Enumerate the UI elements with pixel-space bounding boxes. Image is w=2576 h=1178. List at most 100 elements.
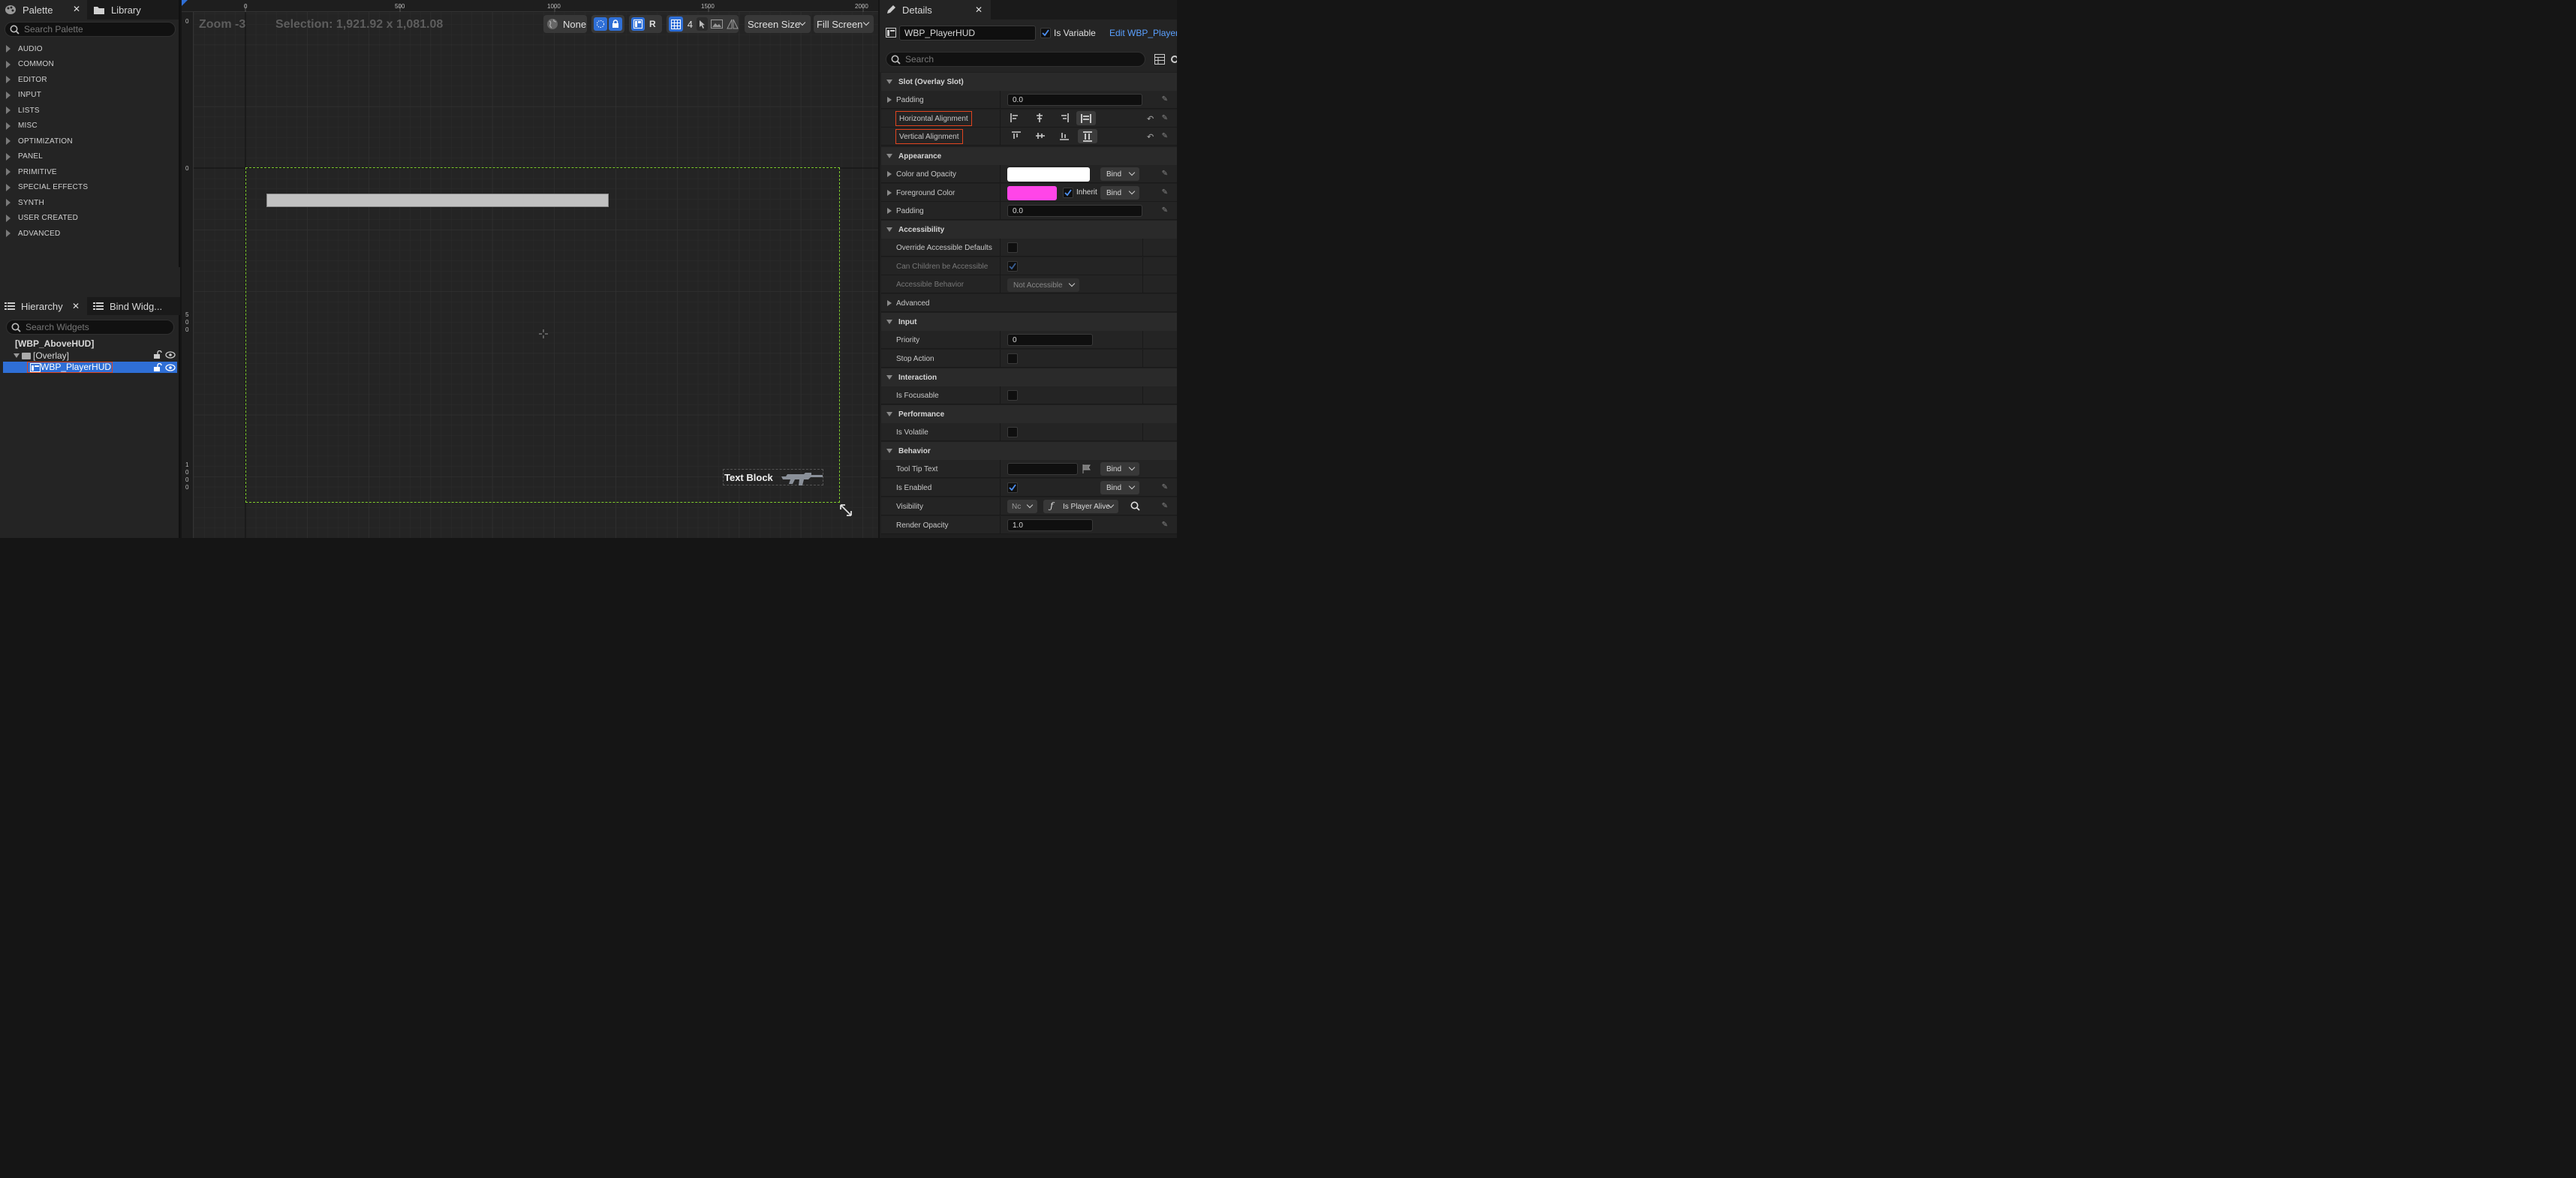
cursor-icon[interactable] xyxy=(697,17,708,31)
widget-canvas-bounds[interactable]: Text Block xyxy=(245,167,840,503)
close-icon[interactable]: ✕ xyxy=(73,4,80,14)
pin-icon[interactable]: ✎ xyxy=(1162,132,1168,140)
priority-input[interactable]: 0 xyxy=(1007,334,1093,346)
gear-icon[interactable] xyxy=(1169,54,1177,65)
weapon-info-box[interactable]: Text Block xyxy=(723,469,823,485)
expand-icon[interactable] xyxy=(887,190,892,196)
bind-dropdown[interactable]: Bind xyxy=(1100,481,1139,494)
align-vfill-icon[interactable] xyxy=(1078,129,1097,143)
widget-name-input[interactable]: WBP_PlayerHUD xyxy=(899,26,1036,41)
is-variable-checkbox[interactable] xyxy=(1040,28,1051,38)
is-enabled-checkbox[interactable] xyxy=(1007,482,1018,493)
tooltip-input[interactable] xyxy=(1007,463,1078,475)
pin-icon[interactable]: ✎ xyxy=(1162,170,1168,178)
align-left-icon[interactable] xyxy=(1010,113,1019,122)
override-accessible-checkbox[interactable] xyxy=(1007,242,1018,253)
color-swatch[interactable] xyxy=(1007,186,1057,200)
palette-category-editor[interactable]: EDITOR xyxy=(3,72,177,87)
flag-icon[interactable] xyxy=(1082,464,1091,473)
tab-library[interactable]: Library xyxy=(89,0,179,20)
palette-category-common[interactable]: COMMON xyxy=(3,57,177,72)
tree-item-playerhud[interactable]: WBP_PlayerHUD xyxy=(3,362,177,373)
eye-icon[interactable] xyxy=(165,363,176,372)
reset-icon[interactable]: ↶ xyxy=(1147,114,1154,124)
ruler-top[interactable]: 0 500 1000 1500 2000 xyxy=(182,0,878,12)
respect-locks-toggle[interactable] xyxy=(591,15,624,33)
palette-category-input[interactable]: INPUT xyxy=(3,88,177,103)
section-performance[interactable]: Performance xyxy=(881,405,1177,423)
bind-dropdown[interactable]: Bind xyxy=(1100,462,1139,476)
palette-category-user-created[interactable]: USER CREATED xyxy=(3,211,177,226)
expand-icon[interactable] xyxy=(887,97,892,103)
pin-icon[interactable]: ✎ xyxy=(1162,483,1168,491)
mirror-icon[interactable] xyxy=(727,19,739,29)
eye-icon[interactable] xyxy=(165,350,176,359)
inherit-checkbox[interactable] xyxy=(1063,188,1073,198)
visibility-dropdown[interactable]: Nc xyxy=(1007,500,1037,513)
edit-widget-link[interactable]: Edit WBP_PlayerHUD xyxy=(1109,28,1177,38)
resize-handle-icon[interactable] xyxy=(839,503,853,517)
health-bar[interactable] xyxy=(266,194,609,207)
close-icon[interactable]: ✕ xyxy=(72,301,80,311)
bind-dropdown[interactable]: Bind xyxy=(1100,186,1139,200)
stop-action-checkbox[interactable] xyxy=(1007,353,1018,364)
is-focusable-checkbox[interactable] xyxy=(1007,390,1018,401)
palette-category-advanced[interactable]: ADVANCED xyxy=(3,226,177,241)
tab-hierarchy[interactable]: Hierarchy ✕ xyxy=(0,297,87,315)
screen-size-dropdown[interactable]: Screen Size xyxy=(745,15,811,33)
tree-item-overlay[interactable]: [Overlay] xyxy=(3,350,177,362)
section-behavior[interactable]: Behavior xyxy=(881,442,1177,460)
align-fill-icon[interactable] xyxy=(1076,111,1096,125)
palette-category-panel[interactable]: PANEL xyxy=(3,149,177,164)
culture-preview-button[interactable]: None xyxy=(543,15,587,33)
pin-icon[interactable]: ✎ xyxy=(1162,114,1168,122)
hierarchy-search-input[interactable]: Search Widgets xyxy=(6,320,174,335)
pin-icon[interactable]: ✎ xyxy=(1162,521,1168,529)
palette-category-lists[interactable]: LISTS xyxy=(3,103,177,118)
padding-input[interactable]: 0.0 xyxy=(1007,205,1142,217)
section-slot[interactable]: Slot (Overlay Slot) xyxy=(881,73,1177,91)
pin-icon[interactable]: ✎ xyxy=(1162,188,1168,197)
tab-bind-widgets[interactable]: Bind Widg... xyxy=(89,297,179,315)
unlock-icon[interactable] xyxy=(153,350,162,359)
layout-toggle[interactable]: R xyxy=(629,15,662,33)
tree-item-root[interactable]: [WBP_AboveHUD] xyxy=(3,338,177,350)
align-top-icon[interactable] xyxy=(1012,131,1021,140)
pin-icon[interactable]: ✎ xyxy=(1162,502,1168,510)
table-icon[interactable] xyxy=(1154,54,1165,65)
bind-dropdown[interactable]: Bind xyxy=(1100,167,1139,181)
align-right-icon[interactable] xyxy=(1060,113,1069,122)
tree-expand-icon[interactable] xyxy=(14,353,20,358)
expand-icon[interactable] xyxy=(887,171,892,177)
expand-icon[interactable] xyxy=(887,208,892,214)
section-appearance[interactable]: Appearance xyxy=(881,147,1177,165)
reset-icon[interactable]: ↶ xyxy=(1147,132,1154,142)
is-volatile-checkbox[interactable] xyxy=(1007,427,1018,437)
color-swatch[interactable] xyxy=(1007,167,1090,182)
grid-snap-toolbar[interactable]: 4 xyxy=(667,15,739,33)
padding-input[interactable]: 0.0 xyxy=(1007,94,1142,106)
image-icon[interactable] xyxy=(711,20,723,29)
close-icon[interactable]: ✕ xyxy=(975,5,983,15)
fill-screen-dropdown[interactable]: Fill Screen xyxy=(814,15,874,33)
pin-icon[interactable]: ✎ xyxy=(1162,206,1168,215)
grid-icon[interactable] xyxy=(669,17,683,32)
visibility-binding-dropdown[interactable]: ƒ Is Player Alive xyxy=(1043,500,1118,513)
designer-viewport[interactable]: 0 500 1000 1500 2000 0 0 5 0 0 1 0 0 0 Z… xyxy=(182,0,878,538)
tab-palette[interactable]: Palette ✕ xyxy=(0,0,87,20)
render-opacity-input[interactable]: 1.0 xyxy=(1007,519,1093,531)
tab-details[interactable]: Details ✕ xyxy=(880,0,991,20)
palette-search-input[interactable]: Search Palette xyxy=(5,22,176,37)
section-interaction[interactable]: Interaction xyxy=(881,368,1177,386)
unlock-icon[interactable] xyxy=(153,363,162,372)
palette-category-synth[interactable]: SYNTH xyxy=(3,195,177,210)
palette-category-misc[interactable]: MISC xyxy=(3,119,177,134)
palette-category-optimization[interactable]: OPTIMIZATION xyxy=(3,134,177,149)
align-bottom-icon[interactable] xyxy=(1060,131,1069,140)
pin-icon[interactable]: ✎ xyxy=(1162,95,1168,104)
details-search-input[interactable]: Search xyxy=(886,52,1145,67)
ruler-left[interactable]: 0 0 5 0 0 1 0 0 0 xyxy=(182,12,194,538)
section-input[interactable]: Input xyxy=(881,313,1177,331)
align-vcenter-icon[interactable] xyxy=(1036,131,1045,140)
palette-category-primitive[interactable]: PRIMITIVE xyxy=(3,164,177,179)
